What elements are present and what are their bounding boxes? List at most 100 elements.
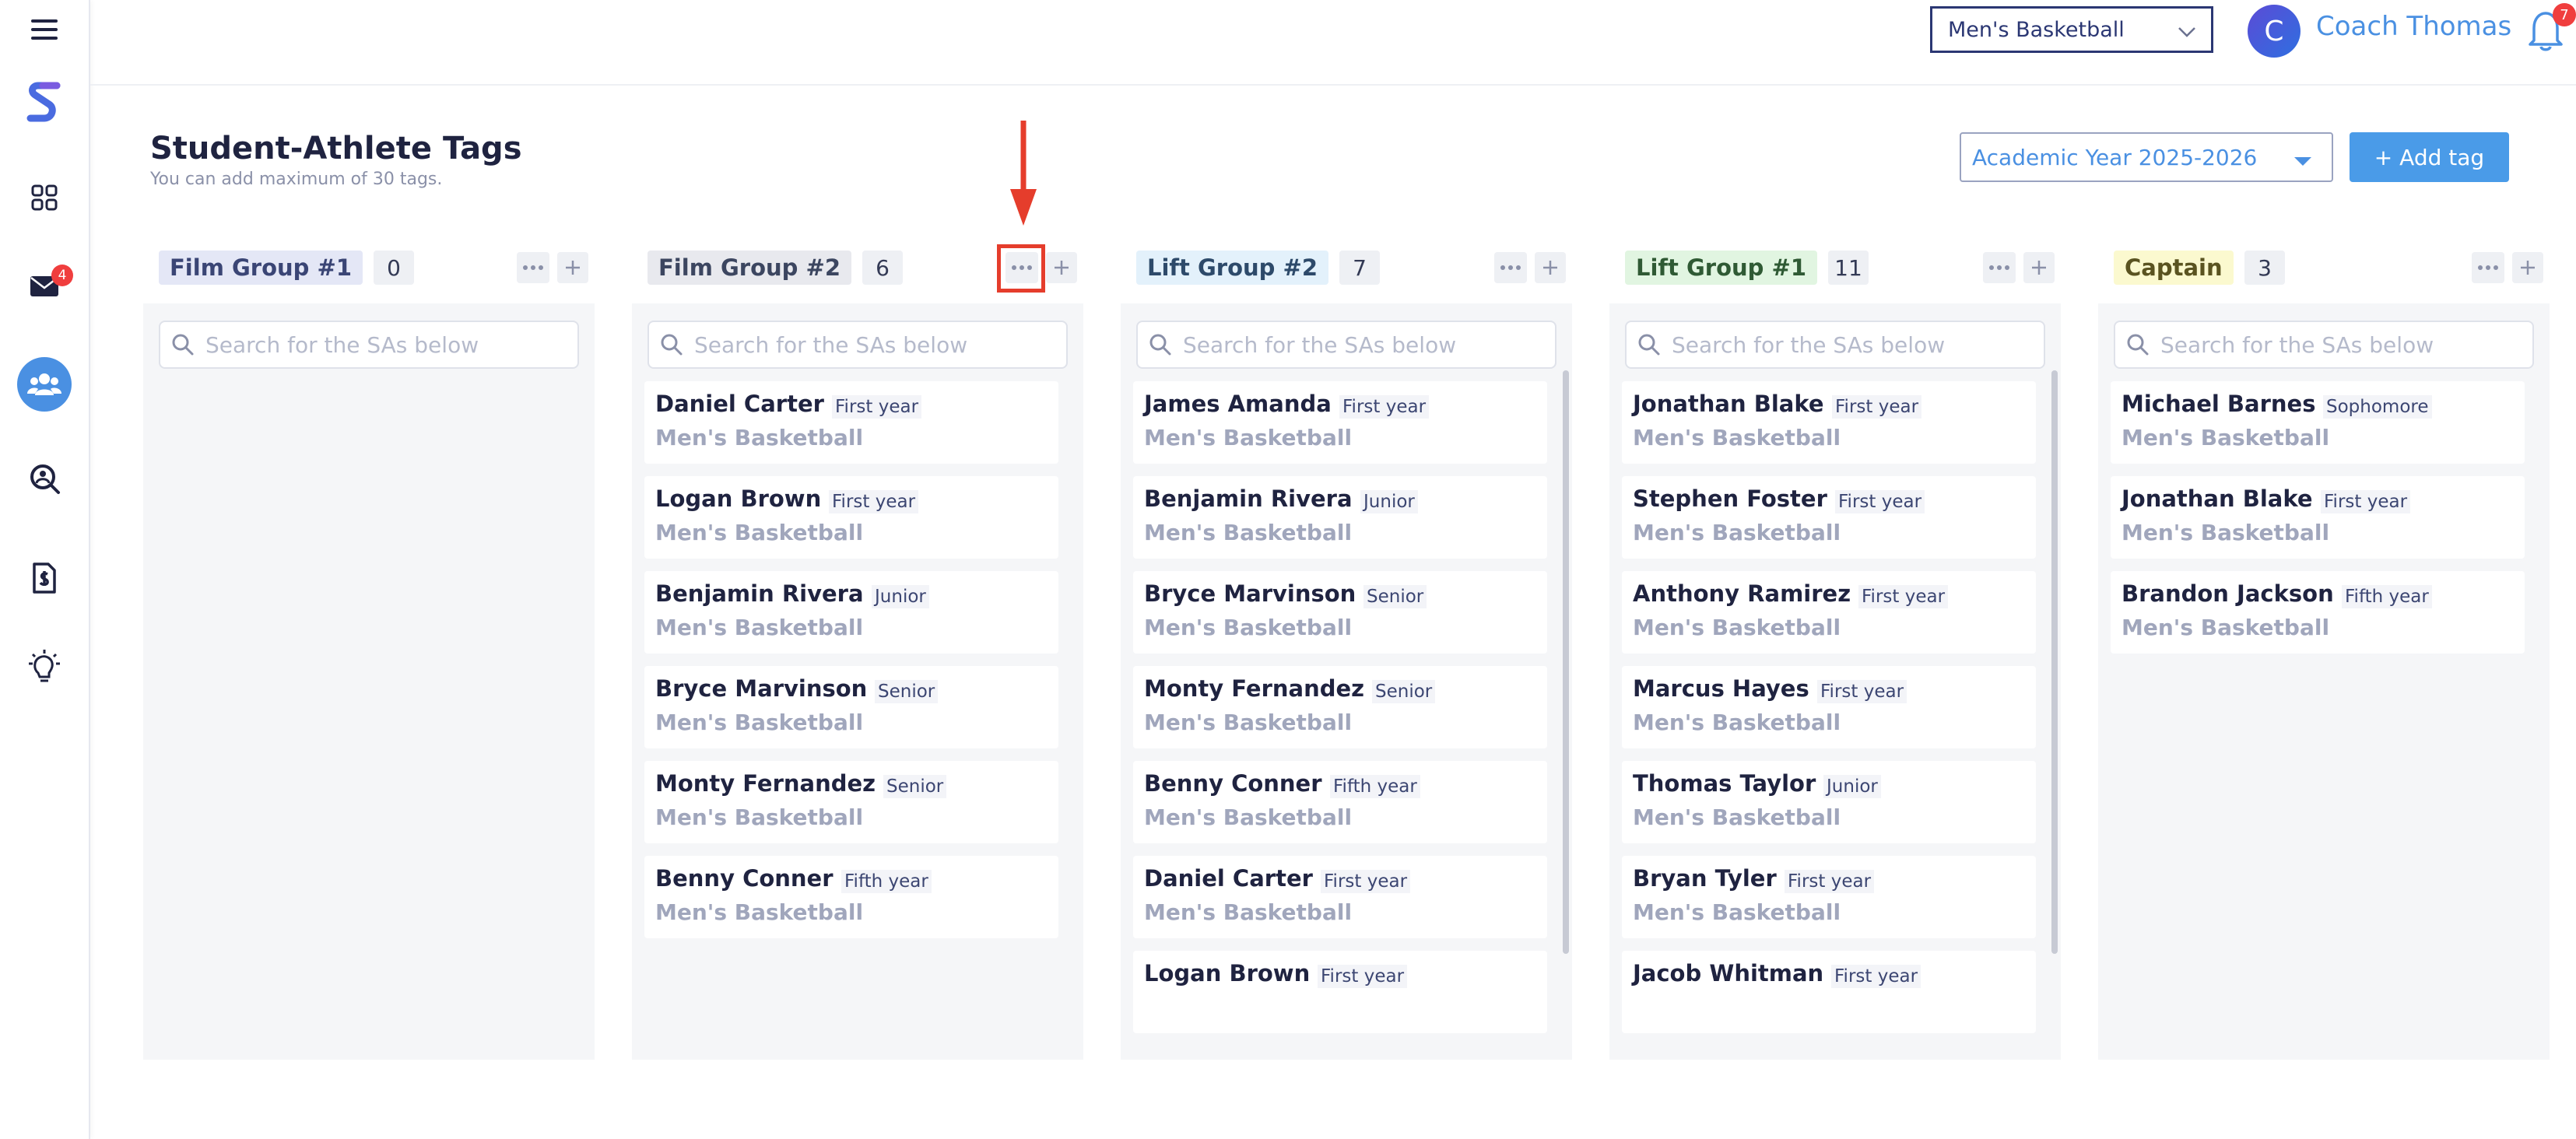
add-athlete-button[interactable] bbox=[2512, 252, 2543, 283]
athlete-search-input[interactable] bbox=[693, 331, 1062, 359]
athlete-name: Stephen Foster bbox=[1633, 485, 1827, 512]
athlete-card[interactable]: Thomas Taylor Junior Men's Basketball bbox=[1622, 761, 2036, 843]
team-nav-item[interactable] bbox=[0, 356, 89, 412]
athlete-search[interactable] bbox=[1625, 321, 2045, 369]
tag-count: 0 bbox=[374, 251, 414, 285]
column-menu-button[interactable] bbox=[1983, 252, 2016, 283]
tag-name[interactable]: Captain bbox=[2114, 251, 2234, 285]
more-horizontal-icon bbox=[2478, 265, 2498, 270]
athlete-card[interactable]: Daniel Carter First year Men's Basketball bbox=[644, 381, 1058, 464]
tag-column-body: James AmandaFirst yearMen's Basketball Be… bbox=[1121, 303, 1572, 1060]
mail-badge: 4 bbox=[51, 265, 73, 286]
tag-column: Captain 3 Michael Barnes Sophomore Men's Bas… bbox=[2098, 241, 2550, 1060]
athlete-name: Jonathan Blake bbox=[1633, 391, 1824, 417]
plus-icon bbox=[2032, 261, 2046, 275]
athlete-team: Men's Basketball bbox=[1633, 899, 1841, 925]
search-person-icon[interactable] bbox=[0, 461, 89, 496]
tag-column-body: Michael BarnesSophomoreMen's Basketball J… bbox=[2098, 303, 2550, 1060]
add-tag-button[interactable]: + Add tag bbox=[2350, 132, 2509, 182]
athlete-card[interactable]: Benjamin Rivera Junior Men's Basketball bbox=[644, 571, 1058, 654]
add-athlete-button[interactable] bbox=[2023, 252, 2055, 283]
tag-count: 7 bbox=[1339, 251, 1380, 285]
academic-year-value: Academic Year 2025-2026 bbox=[1972, 144, 2258, 170]
athlete-card[interactable]: Stephen Foster First year Men's Basketball bbox=[1622, 476, 2036, 559]
search-icon bbox=[1149, 334, 1171, 356]
athlete-card[interactable]: Brandon Jackson Fifth year Men's Basketbal… bbox=[2111, 571, 2525, 654]
annotation-arrow bbox=[1010, 121, 1037, 226]
tag-name[interactable]: Lift Group #2 bbox=[1136, 251, 1329, 285]
user-name[interactable]: Coach Thomas bbox=[2316, 11, 2511, 42]
plus-icon bbox=[1543, 261, 1557, 275]
add-athlete-button[interactable] bbox=[1046, 252, 1077, 283]
column-menu-button[interactable] bbox=[1494, 252, 1527, 283]
academic-year-select[interactable]: Academic Year 2025-2026 bbox=[1960, 132, 2333, 182]
athlete-name: Jacob Whitman bbox=[1633, 960, 1824, 987]
athlete-search[interactable] bbox=[159, 321, 579, 369]
tag-name[interactable]: Film Group #2 bbox=[648, 251, 852, 285]
athlete-card[interactable]: Anthony Ramirez First year Men's Basketbal… bbox=[1622, 571, 2036, 654]
athlete-card[interactable]: Benjamin Rivera Junior Men's Basketball bbox=[1133, 476, 1547, 559]
tag-column-header: Lift Group #1 11 bbox=[1609, 241, 2061, 296]
tag-name[interactable]: Lift Group #1 bbox=[1625, 251, 1818, 285]
athlete-card[interactable]: Jacob Whitman First year bbox=[1622, 951, 2036, 1033]
athlete-team: Men's Basketball bbox=[1144, 615, 1353, 640]
athlete-year-badge: Senior bbox=[875, 680, 939, 703]
page-subtitle: You can add maximum of 30 tags. bbox=[150, 170, 443, 189]
annotation-highlight-box bbox=[997, 244, 1045, 293]
sport-select[interactable]: Men's Basketball bbox=[1930, 6, 2213, 53]
dashboard-icon[interactable] bbox=[0, 180, 89, 215]
athlete-card[interactable]: Michael Barnes Sophomore Men's Basketball bbox=[2111, 381, 2525, 464]
column-scrollbar[interactable] bbox=[2051, 370, 2058, 954]
athlete-search-input[interactable] bbox=[1181, 331, 1550, 359]
column-scrollbar[interactable] bbox=[1563, 370, 1569, 954]
athlete-card[interactable]: Bryce Marvinson Senior Men's Basketball bbox=[1133, 571, 1547, 654]
athlete-team: Men's Basketball bbox=[1144, 710, 1353, 735]
athlete-year-badge: Junior bbox=[1360, 490, 1418, 513]
athlete-card[interactable]: Bryce Marvinson Senior Men's Basketball bbox=[644, 666, 1058, 748]
athlete-team: Men's Basketball bbox=[655, 804, 864, 830]
athlete-card[interactable]: Monty Fernandez Senior Men's Basketball bbox=[644, 761, 1058, 843]
add-athlete-button[interactable] bbox=[557, 252, 588, 283]
athlete-card[interactable]: Daniel Carter First year Men's Basketball bbox=[1133, 856, 1547, 938]
athlete-name: Benjamin Rivera bbox=[1144, 485, 1353, 512]
tag-column-body bbox=[143, 303, 595, 1060]
athlete-card[interactable]: Benny Conner Fifth year Men's Basketball bbox=[1133, 761, 1547, 843]
athlete-team: Men's Basketball bbox=[655, 615, 864, 640]
lightbulb-icon[interactable] bbox=[0, 647, 89, 689]
athlete-search-input[interactable] bbox=[2159, 331, 2528, 359]
athlete-search[interactable] bbox=[1136, 321, 1556, 369]
column-menu-button[interactable] bbox=[2472, 252, 2504, 283]
athlete-search[interactable] bbox=[648, 321, 1068, 369]
athlete-card[interactable]: Benny Conner Fifth year Men's Basketball bbox=[644, 856, 1058, 938]
athlete-card[interactable]: Marcus Hayes First year Men's Basketball bbox=[1622, 666, 2036, 748]
athlete-name: Benjamin Rivera bbox=[655, 580, 864, 607]
athlete-name: Monty Fernandez bbox=[1144, 675, 1365, 702]
tag-count: 6 bbox=[862, 251, 903, 285]
athlete-search-input[interactable] bbox=[204, 331, 573, 359]
athlete-search-input[interactable] bbox=[1670, 331, 2039, 359]
athlete-name: Benny Conner bbox=[1144, 770, 1322, 797]
document-icon[interactable] bbox=[0, 559, 89, 598]
tag-name[interactable]: Film Group #1 bbox=[159, 251, 363, 285]
athlete-card[interactable]: Monty Fernandez Senior Men's Basketball bbox=[1133, 666, 1547, 748]
athlete-card[interactable]: Jonathan Blake First year Men's Basketball bbox=[1622, 381, 2036, 464]
add-athlete-button[interactable] bbox=[1535, 252, 1566, 283]
avatar[interactable]: C bbox=[2248, 5, 2301, 58]
tag-column-header: Lift Group #2 7 bbox=[1121, 241, 1572, 296]
athlete-card[interactable]: Logan Brown First year bbox=[1133, 951, 1547, 1033]
app-logo[interactable] bbox=[0, 79, 89, 126]
athlete-card[interactable]: Logan Brown First year Men's Basketball bbox=[644, 476, 1058, 559]
athlete-team: Men's Basketball bbox=[655, 710, 864, 735]
mail-button[interactable]: 4 bbox=[0, 265, 89, 303]
athlete-card[interactable]: James Amanda First year Men's Basketball bbox=[1133, 381, 1547, 464]
column-menu-button[interactable] bbox=[517, 252, 549, 283]
athlete-year-badge: Fifth year bbox=[2342, 585, 2432, 608]
menu-icon[interactable] bbox=[0, 14, 89, 45]
athlete-name: Daniel Carter bbox=[1144, 865, 1313, 892]
athlete-card[interactable]: Jonathan Blake First year Men's Basketball bbox=[2111, 476, 2525, 559]
athlete-card[interactable]: Bryan Tyler First year Men's Basketball bbox=[1622, 856, 2036, 938]
athlete-team: Men's Basketball bbox=[1633, 520, 1841, 545]
athlete-name: Brandon Jackson bbox=[2122, 580, 2334, 607]
athlete-year-badge: Fifth year bbox=[841, 870, 932, 893]
athlete-search[interactable] bbox=[2114, 321, 2534, 369]
